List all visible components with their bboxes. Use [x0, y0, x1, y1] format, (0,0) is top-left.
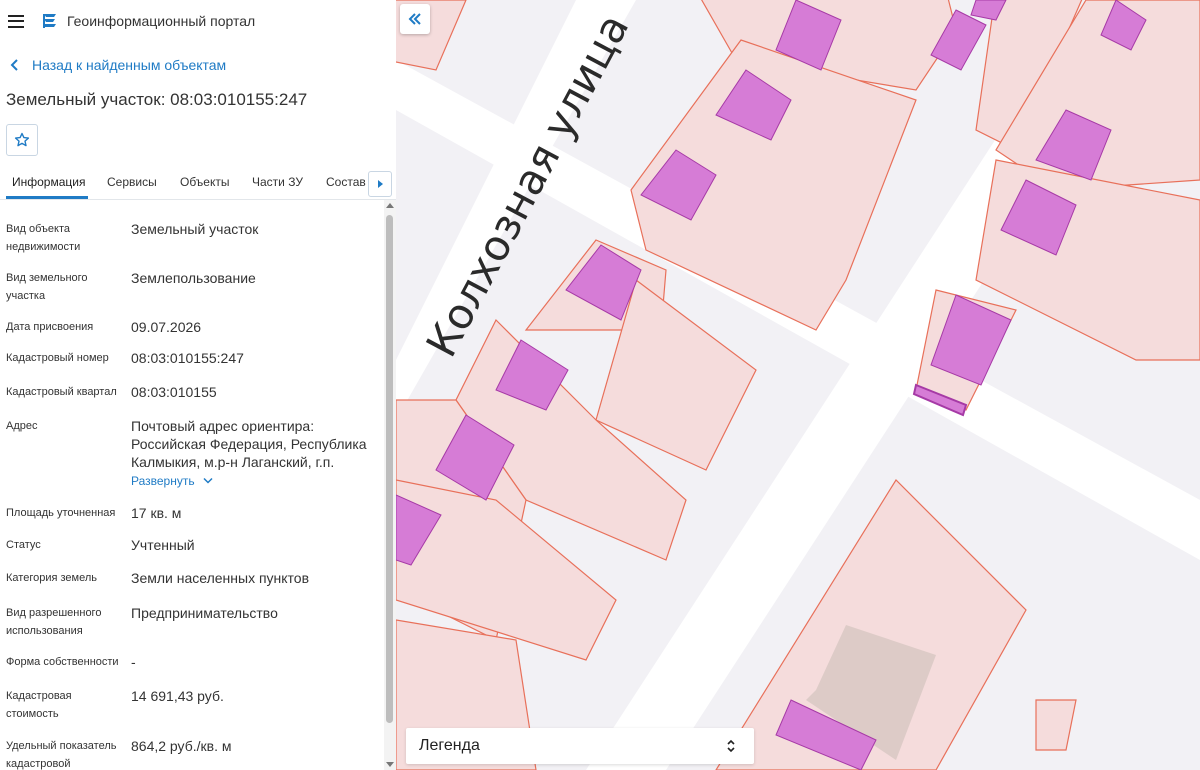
property-value: 17 кв. м	[131, 505, 182, 521]
back-link-label: Назад к найденным объектам	[32, 57, 227, 73]
chevron-down-icon	[203, 477, 213, 484]
property-label: Категория земель	[6, 572, 97, 584]
property-label: Вид разрешенного использования	[6, 607, 102, 637]
app-header: Геоинформационный портал	[0, 0, 396, 42]
property-value: Предпринимательство	[131, 605, 278, 621]
hamburger-menu-icon[interactable]	[8, 14, 24, 28]
property-value: Земли населенных пунктов	[131, 570, 310, 586]
tab-bar: Информация Сервисы Объекты Части ЗУ Сост…	[0, 166, 396, 200]
property-label: Кадастровый квартал	[6, 386, 117, 398]
property-value: Учтенный	[131, 537, 195, 553]
map-view[interactable]: Колхозная улица	[396, 0, 1200, 770]
property-value: 864,2 руб./кв. м	[131, 738, 232, 754]
property-label: Удельный показатель кадастровой	[6, 740, 117, 770]
star-icon	[14, 132, 30, 147]
tabs-scroll-right-button[interactable]	[368, 171, 392, 197]
property-label: Кадастровый номер	[6, 352, 109, 364]
property-value: 08:03:010155	[131, 384, 217, 400]
scroll-thumb[interactable]	[386, 215, 393, 723]
legend-label: Легенда	[419, 737, 480, 754]
favorite-button[interactable]	[6, 124, 38, 156]
property-value: -	[131, 654, 136, 670]
app-title: Геоинформационный портал	[67, 13, 256, 29]
tab-information[interactable]: Информация	[12, 175, 85, 189]
expand-label: Развернуть	[131, 474, 195, 488]
properties-list: Вид объекта недвижимости Земельный участ…	[0, 200, 384, 770]
tab-services[interactable]: Сервисы	[107, 175, 157, 189]
cadastral-map[interactable]: Колхозная улица	[396, 0, 1200, 770]
legend-dropdown[interactable]: Легенда	[406, 728, 754, 764]
property-value: Почтовый адрес ориентира: Российская Фед…	[131, 418, 367, 470]
property-value: 14 691,43 руб.	[131, 688, 224, 704]
property-value: 09.07.2026	[131, 319, 202, 335]
parcel	[975, 159, 1200, 361]
property-value: Земельный участок	[131, 221, 259, 237]
page-title: Земельный участок: 08:03:010155:247	[6, 90, 308, 109]
property-label: Статус	[6, 539, 41, 551]
parcel	[1035, 699, 1077, 751]
chevrons-left-icon	[408, 13, 421, 25]
tab-composition[interactable]: Состав	[326, 175, 366, 189]
scroll-down-arrow-icon[interactable]	[386, 762, 394, 767]
property-label: Площадь уточненная	[6, 507, 116, 519]
expand-address-link[interactable]: Развернуть	[131, 474, 213, 488]
property-value: 08:03:010155:247	[131, 350, 244, 366]
tab-objects[interactable]: Объекты	[180, 175, 230, 189]
properties-scrollbar[interactable]	[384, 200, 396, 770]
chevron-up-down-icon	[727, 739, 735, 753]
collapse-panel-button[interactable]	[400, 4, 430, 34]
caret-right-icon	[378, 180, 383, 188]
scroll-up-arrow-icon[interactable]	[386, 203, 394, 208]
info-panel: Геоинформационный портал Назад к найденн…	[0, 0, 396, 770]
back-to-results-link[interactable]: Назад к найденным объектам	[10, 57, 226, 73]
active-tab-indicator	[6, 196, 88, 199]
property-label: Вид земельного участка	[6, 272, 88, 302]
portal-logo-icon	[43, 14, 56, 28]
property-label: Адрес	[6, 420, 38, 432]
tab-parcel-parts[interactable]: Части ЗУ	[252, 175, 303, 189]
property-value: Землепользование	[131, 270, 256, 286]
property-label: Вид объекта недвижимости	[6, 223, 81, 253]
property-label: Кадастровая стоимость	[6, 690, 72, 720]
chevron-left-icon	[10, 59, 18, 71]
property-label: Дата присвоения	[6, 321, 94, 333]
property-label: Форма собственности	[6, 656, 119, 668]
